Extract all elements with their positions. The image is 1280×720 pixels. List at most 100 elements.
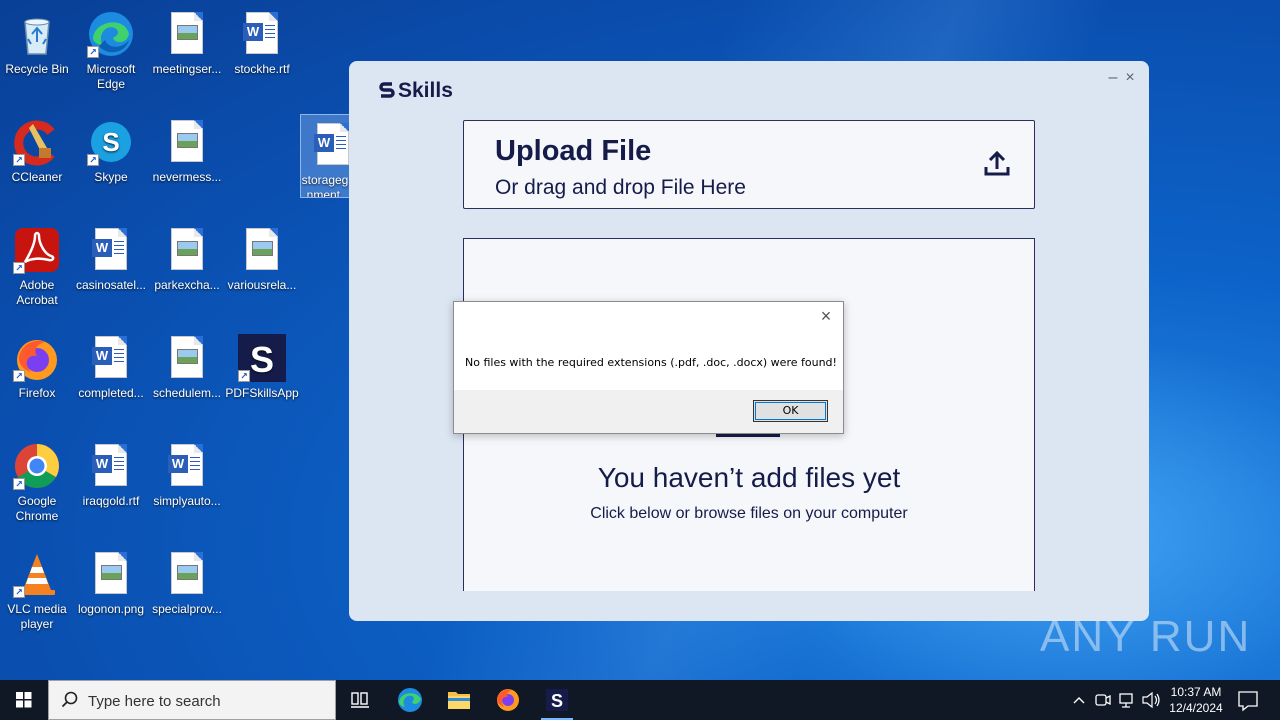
taskbar-search-box[interactable]: Type here to search — [48, 680, 336, 720]
pdfskills-icon: S ↗ — [238, 334, 286, 382]
desktop-icon-label: logonon.png — [77, 602, 145, 616]
taskbar-file-explorer-button[interactable] — [435, 680, 483, 720]
desktop-icon-casinosatel[interactable]: W casinosatel... — [74, 220, 148, 293]
desktop-icon-label: meetingser... — [152, 62, 222, 76]
desktop-icon-vlc[interactable]: ↗ VLC media player — [0, 544, 74, 632]
app-brand-name: Skills — [398, 79, 453, 102]
shortcut-arrow-icon: ↗ — [238, 370, 250, 382]
taskbar-edge-button[interactable] — [386, 680, 434, 720]
desktop-icon-parkexcha[interactable]: parkexcha... — [150, 220, 224, 293]
firefox-icon — [497, 689, 519, 711]
image-file-icon — [163, 334, 211, 382]
desktop-icon-label: casinosatel... — [75, 278, 147, 292]
empty-state-title: You haven’t add files yet — [597, 462, 901, 493]
desktop-icon-variousrela[interactable]: variousrela... — [225, 220, 299, 293]
desktop-icon-skype[interactable]: S ↗ Skype — [74, 112, 148, 185]
dialog-footer: OK — [454, 390, 843, 433]
empty-state-graphic — [716, 434, 780, 437]
desktop-icon-ccleaner[interactable]: ↗ CCleaner — [0, 112, 74, 185]
desktop-icon-iraqgold[interactable]: W iraqgold.rtf — [74, 436, 148, 509]
desktop-icon-simplyauto[interactable]: W simplyauto... — [150, 436, 224, 509]
desktop-icon-completed[interactable]: W completed... — [74, 328, 148, 401]
svg-text:S: S — [250, 339, 274, 380]
desktop-icon-meetingser[interactable]: meetingser... — [150, 4, 224, 77]
shortcut-arrow-icon: ↗ — [13, 370, 25, 382]
image-file-icon — [87, 550, 135, 598]
edge-icon: ↗ — [87, 10, 135, 58]
upload-icon — [984, 150, 1010, 176]
acrobat-icon: ↗ — [13, 226, 61, 274]
image-file-icon — [163, 226, 211, 274]
pdfskills-icon: S — [546, 689, 568, 711]
desktop-icon-label: nevermess... — [152, 170, 222, 184]
desktop-icon-label: parkexcha... — [154, 278, 220, 292]
empty-state-subtitle: Click below or browse files on your comp… — [590, 505, 908, 522]
word-file-icon: W — [163, 442, 211, 490]
start-button[interactable] — [0, 680, 48, 720]
image-file-icon — [163, 10, 211, 58]
message-dialog: × No files with the required extensions … — [453, 301, 844, 434]
shortcut-arrow-icon: ↗ — [13, 586, 25, 598]
word-file-icon: W — [238, 10, 286, 58]
volume-icon — [1142, 691, 1160, 709]
task-view-icon — [351, 692, 369, 708]
search-placeholder: Type here to search — [88, 693, 221, 710]
taskbar: Type here to search S 10:37 AM 12/4/2024 — [0, 680, 1280, 720]
desktop-icon-label: stockhe.rtf — [234, 62, 290, 76]
desktop-icon-recycle-bin[interactable]: Recycle Bin — [0, 4, 74, 77]
desktop-icon-label: variousrela... — [227, 278, 297, 292]
taskbar-clock[interactable]: 10:37 AM 12/4/2024 — [1166, 684, 1226, 716]
clock-date: 12/4/2024 — [1169, 701, 1223, 715]
skype-icon: S ↗ — [87, 118, 135, 166]
svg-text:S: S — [551, 691, 563, 711]
action-center-button[interactable] — [1234, 680, 1262, 720]
taskbar-firefox-button[interactable] — [484, 680, 532, 720]
anyrun-watermark: ANY RUN — [1040, 612, 1251, 662]
desktop-icon-logonon[interactable]: logonon.png — [74, 544, 148, 617]
tray-meet-now[interactable] — [1092, 680, 1114, 720]
minimize-button[interactable]: – — [1105, 69, 1121, 87]
close-button[interactable]: × — [1122, 69, 1138, 87]
edge-icon — [398, 688, 422, 712]
desktop-icon-label: storageg nment. — [301, 173, 349, 198]
desktop-icon-pdfskillsapp[interactable]: S ↗ PDFSkillsApp — [225, 328, 299, 401]
tray-show-hidden-icons[interactable] — [1068, 680, 1090, 720]
vlc-icon: ↗ — [13, 550, 61, 598]
desktop-icon-edge[interactable]: ↗ Microsoft Edge — [74, 4, 148, 92]
desktop-icon-nevermess[interactable]: nevermess... — [150, 112, 224, 185]
task-view-button[interactable] — [336, 680, 384, 720]
network-icon — [1119, 693, 1133, 708]
desktop-icon-chrome[interactable]: ↗ Google Chrome — [0, 436, 74, 524]
desktop-icon-stockhe[interactable]: W stockhe.rtf — [225, 4, 299, 77]
camera-icon — [1095, 694, 1111, 706]
desktop-icon-label: schedulem... — [152, 386, 222, 400]
word-file-icon: W — [87, 334, 135, 382]
desktop-icon-label: PDFSkillsApp — [225, 386, 299, 400]
desktop-icon-label: completed... — [78, 386, 144, 400]
desktop-icon-label: Skype — [94, 170, 128, 184]
taskbar-pdfskills-button[interactable]: S — [533, 680, 581, 720]
desktop-icon-storageg[interactable]: W storageg nment. — [300, 114, 350, 198]
ok-button[interactable]: OK — [753, 400, 828, 422]
clock-time: 10:37 AM — [1170, 685, 1222, 699]
desktop-icon-label: Recycle Bin — [5, 62, 69, 76]
desktop-icon-specialprov[interactable]: specialprov... — [150, 544, 224, 617]
desktop-icon-label: specialprov... — [152, 602, 222, 616]
recycle-bin-icon — [13, 10, 61, 58]
search-icon — [61, 691, 78, 708]
svg-text:S: S — [102, 127, 119, 157]
tray-volume[interactable] — [1140, 680, 1162, 720]
tray-network[interactable] — [1116, 680, 1138, 720]
upload-file-button[interactable]: Upload File Or drag and drop File Here — [463, 120, 1035, 209]
shortcut-arrow-icon: ↗ — [13, 262, 25, 274]
desktop-icon-schedulem[interactable]: schedulem... — [150, 328, 224, 401]
desktop-icon-label: iraqgold.rtf — [82, 494, 140, 508]
word-file-icon: W — [87, 442, 135, 490]
chevron-up-icon — [1073, 697, 1085, 704]
upload-subtitle: Or drag and drop File Here — [495, 176, 746, 199]
desktop-icon-firefox[interactable]: ↗ Firefox — [0, 328, 74, 401]
desktop-icon-acrobat[interactable]: ↗ Adobe Acrobat — [0, 220, 74, 308]
word-file-icon: W — [309, 121, 349, 169]
dialog-close-button[interactable]: × — [817, 306, 835, 327]
skills-logo-icon — [379, 82, 395, 98]
